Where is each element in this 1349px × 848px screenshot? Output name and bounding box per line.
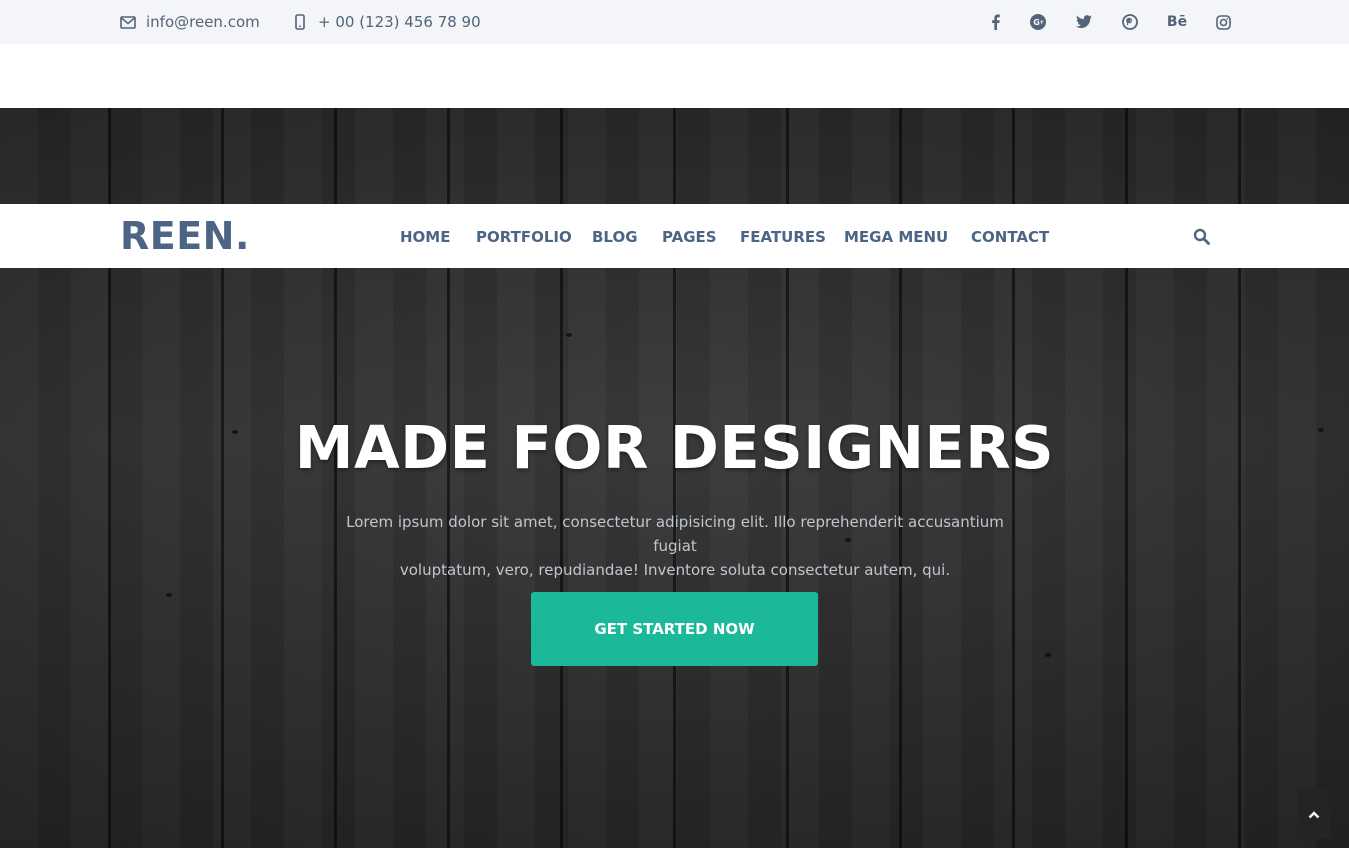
instagram-icon[interactable] <box>1211 0 1235 44</box>
contact-phone[interactable]: + 00 (123) 456 78 90 <box>292 0 481 44</box>
search-icon[interactable] <box>1193 228 1211 246</box>
envelope-icon <box>120 14 136 30</box>
chevron-up-icon <box>1308 804 1320 823</box>
email-text: info@reen.com <box>146 13 260 31</box>
main-navbar: REEN. HOME PORTFOLIO BLOG PAGES FEATURES… <box>0 204 1349 268</box>
wood-knot <box>566 333 572 337</box>
wood-knot <box>1045 653 1051 657</box>
logo[interactable]: REEN. <box>120 204 250 268</box>
nav-item-pages[interactable]: PAGES <box>662 204 717 268</box>
scroll-to-top-button[interactable] <box>1298 788 1330 838</box>
nav-item-mega-menu[interactable]: MEGA MENU <box>844 204 948 268</box>
nav-item-features[interactable]: FEATURES <box>740 204 826 268</box>
svg-text:+: + <box>1039 19 1044 26</box>
wood-knot <box>166 593 172 597</box>
facebook-icon[interactable] <box>983 0 1007 44</box>
hero-description-line: voluptatum, vero, repudiandae! Inventore… <box>399 561 951 579</box>
behance-text: Bē <box>1166 14 1188 30</box>
top-bar: info@reen.com + 00 (123) 456 78 90 G + Bē <box>0 0 1349 44</box>
get-started-button[interactable]: GET STARTED NOW <box>531 592 818 666</box>
nav-item-contact[interactable]: CONTACT <box>971 204 1049 268</box>
google-plus-icon[interactable]: G + <box>1026 0 1050 44</box>
nav-item-home[interactable]: HOME <box>400 204 450 268</box>
contact-email[interactable]: info@reen.com <box>120 0 260 44</box>
pinterest-icon[interactable] <box>1118 0 1142 44</box>
phone-text: + 00 (123) 456 78 90 <box>318 13 481 31</box>
mobile-phone-icon <box>292 14 308 30</box>
nav-item-blog[interactable]: BLOG <box>592 204 638 268</box>
hero-title: MADE FOR DESIGNERS <box>294 413 1055 482</box>
nav-item-portfolio[interactable]: PORTFOLIO <box>476 204 572 268</box>
behance-icon[interactable]: Bē <box>1164 0 1190 44</box>
hero-description: Lorem ipsum dolor sit amet, consectetur … <box>330 510 1020 582</box>
hero-description-line: Lorem ipsum dolor sit amet, consectetur … <box>346 513 1004 555</box>
twitter-icon[interactable] <box>1072 0 1096 44</box>
